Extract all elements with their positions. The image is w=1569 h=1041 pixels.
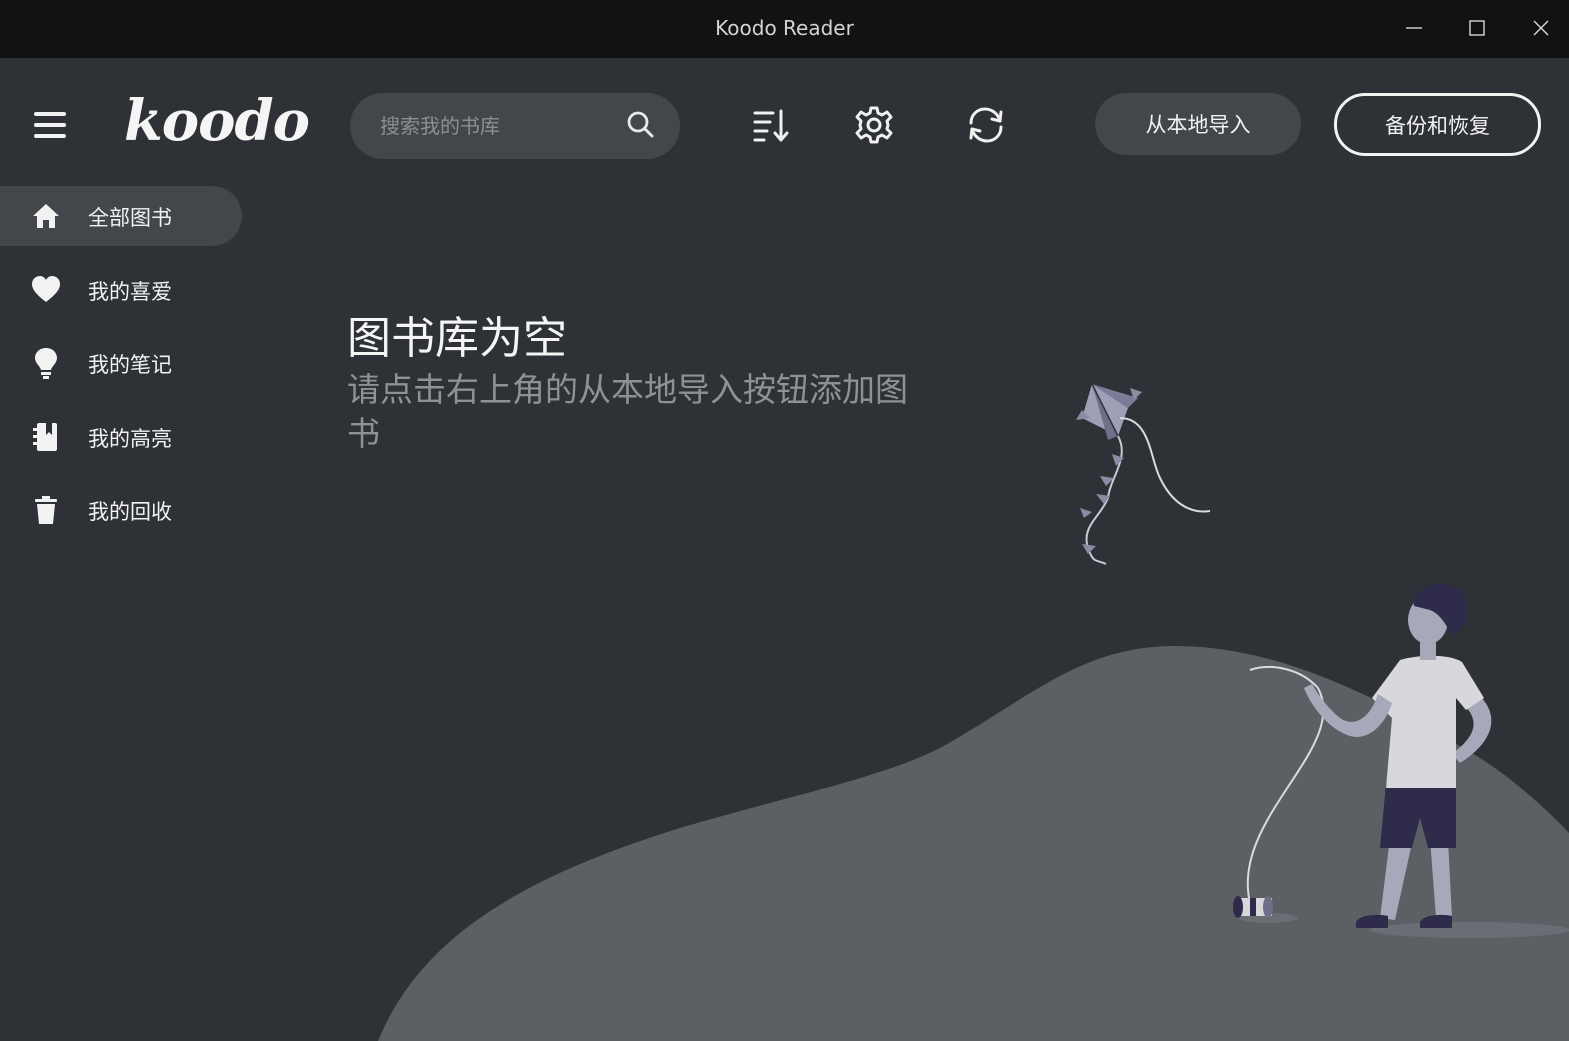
sidebar-item-label: 我的回收 [88, 500, 172, 524]
maximize-icon [1469, 20, 1485, 36]
person-figure [1304, 584, 1492, 928]
app-logo: koodo [124, 88, 310, 154]
hill-shape [378, 646, 1569, 1041]
window-title: Koodo Reader [715, 16, 854, 40]
search-icon[interactable] [625, 109, 657, 141]
empty-library-subtitle: 请点击右上角的从本地导入按钮添加图书 [347, 370, 908, 453]
sidebar-item-label: 我的喜爱 [88, 279, 172, 304]
import-local-button[interactable]: 从本地导入 [1095, 93, 1301, 155]
app-window: koodo 从本地导入 备份和恢复 [0, 58, 1569, 1041]
sidebar-item-label: 我的笔记 [88, 353, 172, 377]
close-icon [1533, 20, 1549, 36]
kite [1076, 383, 1211, 565]
sidebar-item-label: 全部图书 [88, 206, 172, 230]
sidebar-item-notes[interactable]: 我的笔记 [0, 333, 242, 393]
sync-button[interactable] [964, 103, 1008, 147]
sidebar-item-all-books[interactable]: 全部图书 [0, 186, 242, 246]
empty-library-title: 图书库为空 [347, 313, 567, 364]
sort-button[interactable] [748, 103, 792, 147]
ground-shadow [1370, 922, 1569, 938]
sidebar-item-highlights[interactable]: 我的高亮 [0, 407, 242, 467]
gear-icon [855, 106, 893, 144]
spool-shadow [1238, 913, 1298, 923]
sidebar-item-label: 我的高亮 [88, 426, 172, 451]
notebook-icon [30, 421, 62, 453]
sidebar: 全部图书 我的喜爱 我的笔记 我的高亮 我的回收 [0, 186, 250, 554]
trash-icon [30, 494, 62, 526]
spool [1233, 896, 1273, 918]
window-titlebar: Koodo Reader [0, 0, 1569, 58]
backup-restore-button[interactable]: 备份和恢复 [1334, 93, 1541, 156]
sort-icon [753, 109, 789, 142]
lightbulb-icon [30, 347, 62, 379]
hamburger-icon [34, 112, 66, 116]
search-input[interactable] [380, 111, 620, 141]
sidebar-item-favorites[interactable]: 我的喜爱 [0, 260, 242, 320]
minimize-icon [1406, 27, 1422, 29]
menu-button[interactable] [30, 108, 70, 142]
close-button[interactable] [1521, 10, 1561, 46]
hamburger-line [34, 123, 66, 127]
maximize-button[interactable] [1457, 10, 1497, 46]
sync-icon [969, 107, 1003, 143]
minimize-button[interactable] [1394, 10, 1434, 46]
sidebar-item-trash[interactable]: 我的回收 [0, 480, 242, 540]
search-box[interactable] [350, 93, 680, 159]
hamburger-line [34, 134, 66, 138]
heart-icon [30, 274, 62, 306]
home-icon [30, 200, 62, 232]
settings-button[interactable] [852, 103, 896, 147]
